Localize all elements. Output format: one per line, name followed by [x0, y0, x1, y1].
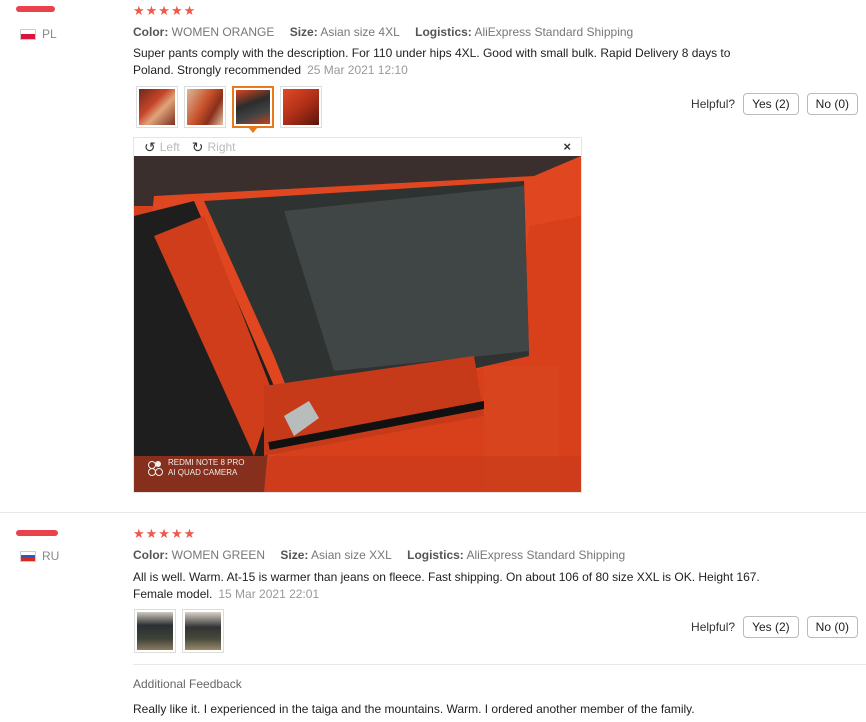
country-code: PL [42, 27, 57, 41]
helpful-votes: Helpful? Yes (2) No (0) [691, 616, 858, 638]
photo-thumbnail[interactable] [134, 609, 176, 653]
feedback-divider [133, 664, 866, 665]
rotate-right-icon: ↻ [191, 138, 204, 155]
logistics-label: Logistics: [407, 548, 464, 562]
review-text: Super pants comply with the description.… [133, 45, 773, 79]
photo-thumbnail[interactable] [280, 86, 322, 128]
color-value: WOMEN ORANGE [171, 25, 275, 39]
color-label: Color: [133, 25, 169, 39]
rotate-right-label: Right [207, 140, 236, 154]
close-icon[interactable]: × [563, 139, 571, 154]
color-value: WOMEN GREEN [171, 548, 266, 562]
poland-flag-icon [20, 28, 36, 40]
rotate-left-label: Left [159, 140, 180, 154]
helpful-yes-button[interactable]: Yes (2) [743, 93, 799, 115]
logistics-label: Logistics: [415, 25, 472, 39]
additional-feedback-title: Additional Feedback [133, 677, 242, 691]
review-text-line: Super pants comply with the description.… [133, 46, 731, 60]
review-date: 15 Mar 2021 22:01 [218, 587, 320, 601]
watermark-line: AI QUAD CAMERA [168, 468, 238, 477]
photo-viewer-toolbar: ↺ Left ↻ Right × [134, 138, 581, 156]
russia-flag-icon [20, 550, 36, 562]
photo-thumbnail[interactable] [182, 609, 224, 653]
size-value: Asian size 4XL [320, 25, 400, 39]
star-rating: ★★★★★ [133, 526, 197, 541]
color-label: Color: [133, 548, 169, 562]
reviewer-name-redacted [16, 6, 55, 12]
review-text-line: All is well. Warm. At-15 is warmer than … [133, 570, 760, 584]
helpful-label: Helpful? [691, 97, 736, 111]
camera-watermark: REDMI NOTE 8 PRO AI QUAD CAMERA [148, 458, 244, 478]
rotate-right-button[interactable]: ↻ Right [192, 139, 236, 156]
review-date: 25 Mar 2021 12:10 [307, 63, 408, 77]
helpful-no-button[interactable]: No (0) [806, 93, 858, 115]
reviewer-country: PL [20, 27, 57, 41]
size-label: Size: [289, 25, 318, 39]
photo-thumbnail-active[interactable] [232, 86, 274, 133]
size-label: Size: [280, 548, 309, 562]
reviewer-country: RU [20, 549, 59, 563]
review-text: All is well. Warm. At-15 is warmer than … [133, 569, 813, 603]
rotate-left-icon: ↺ [144, 138, 156, 155]
reviewer-name-redacted [16, 530, 58, 536]
logistics-value: AliExpress Standard Shipping [466, 548, 626, 562]
size-value: Asian size XXL [311, 548, 392, 562]
additional-feedback-text: Really like it. I experienced in the tai… [133, 702, 695, 716]
active-thumbnail-caret [248, 127, 258, 133]
camera-icon [148, 461, 163, 476]
logistics-value: AliExpress Standard Shipping [474, 25, 634, 39]
helpful-label: Helpful? [691, 620, 736, 634]
review-divider [0, 512, 866, 513]
watermark-line: REDMI NOTE 8 PRO [168, 458, 245, 467]
country-code: RU [42, 549, 60, 563]
review-photo-large: REDMI NOTE 8 PRO AI QUAD CAMERA [134, 156, 581, 492]
jacket-photo-image [134, 156, 581, 492]
photo-thumbnail[interactable] [184, 86, 226, 128]
photo-viewer: ↺ Left ↻ Right × REDMI NOTE 8 PRO AI QUA… [133, 137, 582, 493]
review-photo-thumbnails [134, 609, 224, 653]
star-rating: ★★★★★ [133, 3, 197, 18]
review-text-line: Poland. Strongly recommended [133, 63, 302, 77]
review-attributes: Color: WOMEN GREEN Size: Asian size XXL … [133, 548, 625, 562]
helpful-yes-button[interactable]: Yes (2) [743, 616, 799, 638]
review-attributes: Color: WOMEN ORANGE Size: Asian size 4XL… [133, 25, 633, 39]
helpful-votes: Helpful? Yes (2) No (0) [691, 93, 858, 115]
photo-thumbnail[interactable] [136, 86, 178, 128]
review-photo-thumbnails [136, 86, 322, 133]
rotate-left-button[interactable]: ↺ Left [144, 139, 180, 156]
helpful-no-button[interactable]: No (0) [806, 616, 858, 638]
review-text-line: Female model. [133, 587, 213, 601]
